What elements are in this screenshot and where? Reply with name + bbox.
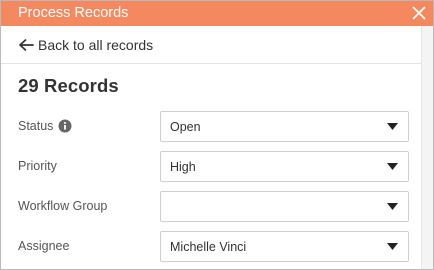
back-bar: Back to all records	[1, 26, 433, 64]
status-label: Status	[18, 118, 72, 134]
chevron-down-icon	[387, 163, 398, 170]
close-icon	[412, 6, 426, 20]
status-select[interactable]: Open	[160, 111, 409, 142]
assignee-label: Assignee	[18, 239, 70, 253]
priority-label: Priority	[18, 159, 57, 173]
close-button[interactable]	[409, 3, 429, 23]
status-label-text: Status	[18, 119, 54, 133]
dialog-title: Process Records	[18, 5, 129, 21]
chevron-down-icon	[387, 123, 398, 130]
status-select-value: Open	[170, 120, 201, 134]
back-link-label: Back to all records	[38, 37, 154, 53]
workflow-group-label: Workflow Group	[18, 199, 108, 213]
priority-select-value: High	[170, 160, 196, 174]
info-icon[interactable]	[58, 119, 72, 133]
dialog-titlebar: Process Records	[1, 1, 433, 26]
priority-select[interactable]: High	[160, 151, 409, 182]
workflow-group-select[interactable]	[160, 191, 409, 222]
chevron-down-icon	[387, 243, 398, 250]
vertical-scrollbar[interactable]	[421, 26, 433, 269]
chevron-down-icon	[387, 203, 398, 210]
process-records-dialog: Process Records Back to all records 29 R…	[0, 0, 434, 270]
dialog-content: 29 Records Status Open Priority High Wor…	[1, 64, 421, 269]
records-count-heading: 29 Records	[18, 75, 119, 96]
assignee-select-value: Michelle Vinci	[170, 240, 247, 254]
assignee-select[interactable]: Michelle Vinci	[160, 231, 409, 262]
arrow-left-icon	[19, 39, 34, 51]
back-to-all-records-link[interactable]: Back to all records	[18, 36, 153, 54]
